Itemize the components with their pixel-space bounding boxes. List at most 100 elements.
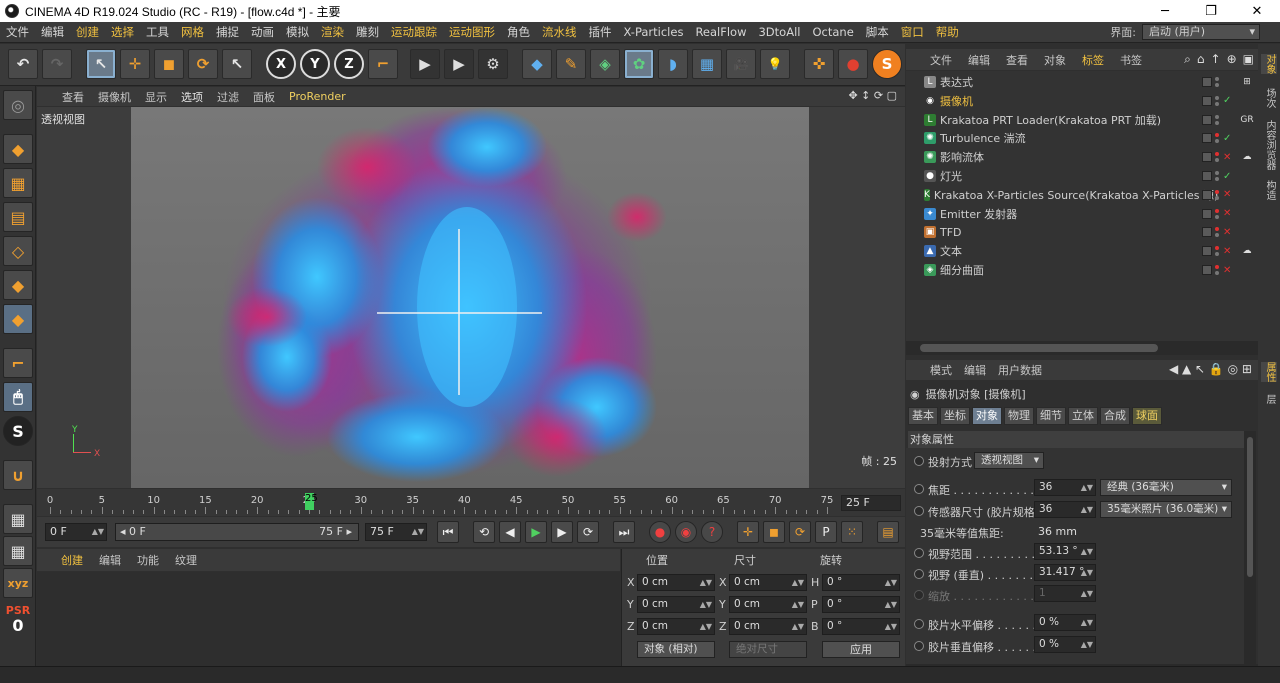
fov-vertical-anim-toggle[interactable] xyxy=(914,569,924,579)
vp-menu-options[interactable]: 选项 xyxy=(174,89,210,105)
disabled-cross-icon[interactable]: ✕ xyxy=(1223,265,1231,276)
object-flags[interactable] xyxy=(1202,73,1234,91)
edges-mode-icon[interactable]: ◆ xyxy=(3,270,33,300)
object-row[interactable]: ● 灯光 xyxy=(906,167,1198,185)
om-menu-tags[interactable]: 标签 xyxy=(1074,52,1112,68)
vp-menu-camera[interactable]: 摄像机 xyxy=(91,89,138,105)
menu-render[interactable]: 渲染 xyxy=(315,24,350,40)
layer-box-icon[interactable] xyxy=(1202,189,1212,200)
object-tag-icon[interactable]: ☁ xyxy=(1238,242,1256,260)
object-row[interactable]: ◈ 细分曲面 xyxy=(906,261,1198,279)
menu-window[interactable]: 窗口 xyxy=(895,24,930,40)
am-tab-stereo[interactable]: 立体 xyxy=(1068,407,1098,425)
object-flags[interactable]: ✓ xyxy=(1202,92,1234,110)
visibility-dots-icon[interactable] xyxy=(1215,114,1220,125)
pos-x-field[interactable]: 0 cm ▲▼ xyxy=(637,574,715,591)
play-icon[interactable]: ▶ xyxy=(525,521,547,543)
filter-icon[interactable]: ⊕ xyxy=(1227,52,1237,67)
fov-anim-toggle[interactable] xyxy=(914,548,924,558)
fov-field[interactable]: 53.13 ° ▲▼ xyxy=(1034,543,1096,560)
close-button[interactable]: ✕ xyxy=(1234,0,1280,22)
object-mode-icon[interactable]: ◆ xyxy=(3,134,33,164)
sensor-anim-toggle[interactable] xyxy=(914,506,924,516)
layer-box-icon[interactable] xyxy=(1202,77,1212,87)
create-tab[interactable]: 创建 xyxy=(53,552,91,568)
xyz-locks-icon[interactable]: xyz xyxy=(3,568,33,598)
sensor-field[interactable]: 36 ▲▼ xyxy=(1034,501,1096,518)
object-flags[interactable]: ✕ xyxy=(1202,242,1234,260)
layer-box-icon[interactable] xyxy=(1202,133,1212,144)
prev-frame-icon[interactable]: ◀ xyxy=(499,521,521,543)
disabled-cross-icon[interactable]: ✕ xyxy=(1223,152,1231,163)
snap-s-icon[interactable]: S xyxy=(3,416,33,446)
function-tab[interactable]: 功能 xyxy=(129,552,167,568)
disabled-cross-icon[interactable]: ✕ xyxy=(1223,189,1231,200)
shift-x-anim-toggle[interactable] xyxy=(914,619,924,629)
disabled-cross-icon[interactable]: ✕ xyxy=(1223,227,1231,238)
model-mode-icon[interactable]: ◎ xyxy=(3,90,33,120)
vtab-content-browser[interactable]: 内容浏览器 xyxy=(1261,120,1277,170)
object-tag-icon[interactable]: ☁ xyxy=(1238,148,1256,166)
size-z-field[interactable]: 0 cm ▲▼ xyxy=(729,618,807,635)
visibility-dots-icon[interactable] xyxy=(1215,189,1220,200)
size-x-field[interactable]: 0 cm ▲▼ xyxy=(729,574,807,591)
object-name[interactable]: Krakatoa X-Particles Source(Krakatoa X-P… xyxy=(934,187,1218,203)
size-y-field[interactable]: 0 cm ▲▼ xyxy=(729,596,807,613)
auto-key-icon[interactable]: ◉ xyxy=(675,521,697,543)
light-object-button[interactable]: 💡 xyxy=(760,49,790,79)
keyframe-selection-icon[interactable]: ? xyxy=(701,521,723,543)
coordinate-system-button[interactable]: ⌐ xyxy=(368,49,398,79)
vtab-attributes[interactable]: 属性 xyxy=(1261,362,1277,382)
object-flags[interactable] xyxy=(1202,111,1234,129)
menu-create[interactable]: 创建 xyxy=(70,24,105,40)
menu-mesh[interactable]: 网格 xyxy=(175,24,210,40)
object-flags[interactable]: ✕ xyxy=(1202,148,1234,166)
disabled-cross-icon[interactable]: ✕ xyxy=(1223,208,1231,219)
polygons-mode-icon[interactable]: ◆ xyxy=(3,304,33,334)
end-frame-field[interactable]: 75 F ▲▼ xyxy=(365,523,427,541)
visibility-dots-icon[interactable] xyxy=(1215,227,1220,238)
am-tab-object[interactable]: 对象 xyxy=(972,407,1002,425)
object-row[interactable]: L Krakatoa PRT Loader(Krakatoa PRT 加载) xyxy=(906,111,1198,129)
object-name[interactable]: 灯光 xyxy=(940,168,962,184)
deformer-button[interactable]: ◗ xyxy=(658,49,688,79)
object-row[interactable]: L 表达式 xyxy=(906,73,1198,91)
scale-tool-button[interactable]: ◼ xyxy=(154,49,184,79)
object-tag-icon[interactable]: GR xyxy=(1238,111,1256,129)
menu-plugins[interactable]: 插件 xyxy=(583,24,618,40)
key-point-level-icon[interactable]: ⁙ xyxy=(841,521,863,543)
am-scroll-thumb[interactable] xyxy=(1247,437,1253,577)
go-to-end-icon[interactable]: ⏭ xyxy=(613,521,635,543)
coord-mode-dropdown[interactable]: 对象 (相对) xyxy=(637,641,715,658)
perspective-viewport[interactable]: 透视视图 帧 : 25 Y X xyxy=(37,107,905,488)
am-tab-coord[interactable]: 坐标 xyxy=(940,407,970,425)
rotate-tool-button[interactable]: ⟳ xyxy=(188,49,218,79)
object-tag-icon[interactable] xyxy=(1238,129,1256,147)
object-flags[interactable]: ✕ xyxy=(1202,205,1234,223)
layer-box-icon[interactable] xyxy=(1202,227,1212,238)
object-tag-icon[interactable] xyxy=(1238,167,1256,185)
film-offset-x-field[interactable]: 0 % ▲▼ xyxy=(1034,614,1096,631)
menu-3dtoall[interactable]: 3DtoAll xyxy=(752,25,806,39)
visibility-dots-icon[interactable] xyxy=(1215,171,1220,181)
magnet-icon[interactable]: ∪ xyxy=(3,460,33,490)
layout-dropdown[interactable]: 启动 (用户) xyxy=(1142,24,1260,40)
minimize-button[interactable]: ─ xyxy=(1142,0,1188,22)
am-menu-mode[interactable]: 模式 xyxy=(924,362,958,378)
render-settings-button[interactable]: ⚙ xyxy=(478,49,508,79)
object-tag-icon[interactable] xyxy=(1238,186,1256,204)
record-icon[interactable]: ● xyxy=(649,521,671,543)
am-menu-edit[interactable]: 编辑 xyxy=(958,362,992,378)
enabled-check-icon[interactable]: ✓ xyxy=(1223,133,1231,144)
enabled-check-icon[interactable]: ✓ xyxy=(1223,95,1231,106)
projection-dropdown[interactable]: 透视视图 xyxy=(974,452,1044,469)
y-axis-lock-button[interactable]: Y xyxy=(300,49,330,79)
visibility-dots-icon[interactable] xyxy=(1215,265,1220,275)
object-name[interactable]: 摄像机 xyxy=(940,93,973,109)
focal-anim-toggle[interactable] xyxy=(914,484,924,494)
start-frame-field[interactable]: 0 F ▲▼ xyxy=(45,523,107,541)
workplane-lock-icon[interactable]: ▦ xyxy=(3,504,33,534)
focal-preset-dropdown[interactable]: 经典 (36毫米) xyxy=(1100,479,1232,496)
object-name[interactable]: TFD xyxy=(940,226,962,239)
grid-icon[interactable]: ▦ xyxy=(3,536,33,566)
